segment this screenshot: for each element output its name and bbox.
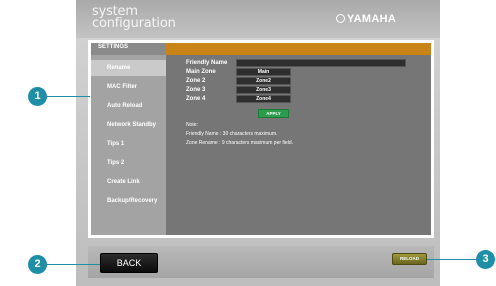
tuning-fork-logo-icon — [336, 14, 345, 23]
back-button[interactable]: BACK — [100, 253, 158, 273]
callout-1-leader — [46, 96, 90, 97]
sidebar-item-create-link[interactable]: Create Link — [91, 174, 166, 190]
main-zone-input[interactable]: Main — [236, 68, 291, 76]
sidebar-item-backup-recovery[interactable]: Backup/Recovery — [91, 193, 166, 209]
brand-logo: YAMAHA — [336, 13, 396, 25]
friendly-name-input[interactable] — [236, 59, 406, 67]
page-title-line2: configuration — [92, 16, 176, 31]
note-friendly-name: Friendly Name : 30 characters maximum. — [186, 131, 278, 137]
sidebar-item-auto-reload[interactable]: Auto Reload — [91, 98, 166, 114]
callout-3: 3 — [476, 250, 495, 269]
zone4-input[interactable]: Zone4 — [236, 95, 291, 103]
sidebar-item-network-standby[interactable]: Network Standby — [91, 117, 166, 133]
callout-2-leader — [46, 264, 100, 265]
zone2-input[interactable]: Zone2 — [236, 77, 291, 85]
reload-button[interactable]: RELOAD — [392, 253, 427, 265]
callout-3-leader — [427, 259, 477, 260]
zone3-label: Zone 3 — [186, 87, 206, 93]
zone2-label: Zone 2 — [186, 78, 206, 84]
page-title: system configuration — [92, 5, 176, 31]
apply-button[interactable]: APPLY — [258, 109, 289, 118]
sidebar-item-mac-filter[interactable]: MAC Filter — [91, 79, 166, 95]
callout-2: 2 — [28, 255, 47, 274]
brand-name: YAMAHA — [347, 13, 397, 25]
settings-label: SETTINGS — [98, 44, 129, 50]
note-heading: Note: — [186, 122, 198, 128]
sidebar-item-tips-2[interactable]: Tips 2 — [91, 155, 166, 171]
callout-1: 1 — [28, 87, 47, 106]
friendly-name-label: Friendly Name — [186, 60, 228, 66]
sidebar-item-tips-1[interactable]: Tips 1 — [91, 136, 166, 152]
main-zone-label: Main Zone — [186, 69, 216, 75]
sidebar-item-rename[interactable]: Rename — [91, 60, 166, 76]
zone3-input[interactable]: Zone3 — [236, 86, 291, 94]
zone4-label: Zone 4 — [186, 96, 206, 102]
note-zone-rename: Zone Rename : 9 characters maximum per f… — [186, 140, 293, 146]
